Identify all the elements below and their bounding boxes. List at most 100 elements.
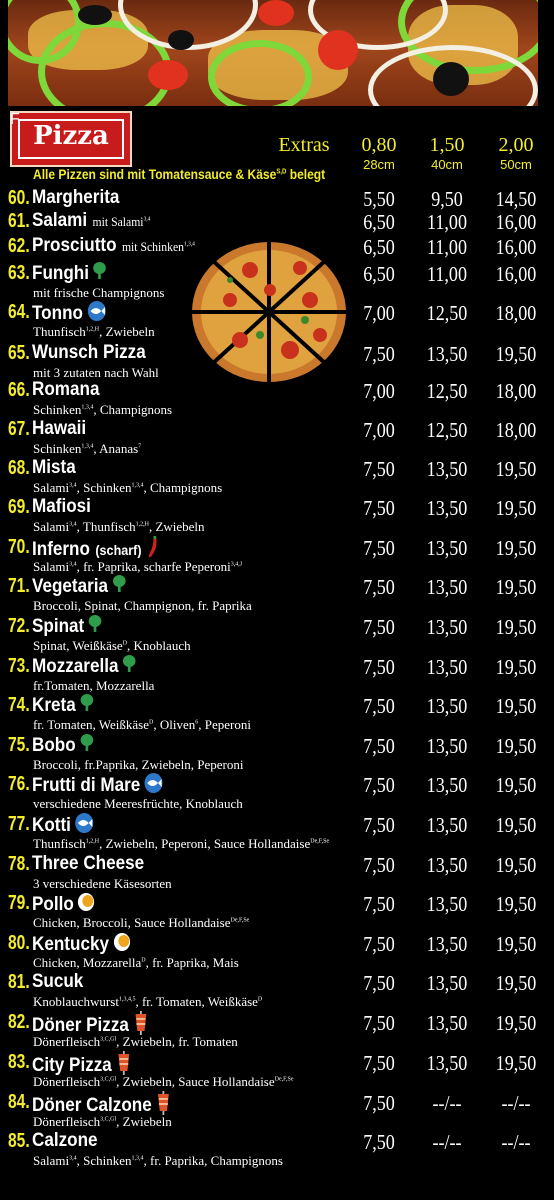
item-description: Knoblauchwurst1,3,4,5, fr. Tomaten, Weiß… — [33, 994, 263, 1009]
price-small: 7,50 — [363, 853, 395, 877]
section-badge: Pizza — [10, 111, 132, 167]
item-number: 83. — [8, 1051, 30, 1073]
price-small: 7,50 — [363, 694, 395, 718]
price-small: 5,50 — [363, 187, 395, 211]
price-small: 7,50 — [363, 971, 395, 995]
item-name: Calzone — [32, 1130, 98, 1151]
price-large: 16,00 — [495, 262, 537, 286]
price-small: 6,50 — [363, 262, 395, 286]
item-number: 61. — [8, 210, 30, 232]
price-small: 7,50 — [363, 1091, 395, 1115]
leaf-icon — [93, 262, 107, 286]
menu-item-inferno: 70. Inferno (scharf) 7,50 13,50 19,50 — [0, 536, 554, 560]
menu-item-city-pizza: 83. City Pizza 7,50 13,50 19,50 — [0, 1051, 554, 1076]
menu-item-spinat: 72. Spinat 7,50 13,50 19,50 — [0, 615, 554, 639]
price-large: 19,50 — [495, 734, 537, 758]
item-number: 72. — [8, 615, 30, 637]
item-number: 62. — [8, 235, 30, 257]
price-large: 19,50 — [495, 892, 537, 916]
base-note: Alle Pizzen sind mit Tomatensauce & Käse… — [33, 166, 326, 182]
price-small: 7,50 — [363, 575, 395, 599]
price-medium: 13,50 — [426, 813, 468, 837]
item-description: Schinken1,3,4, Champignons — [33, 402, 173, 417]
item-name: Funghi — [32, 262, 107, 286]
item-number: 82. — [8, 1011, 30, 1033]
price-medium: 13,50 — [426, 694, 468, 718]
item-description: Schinken1,3,4, Ananas7 — [33, 441, 142, 456]
item-name: Three Cheese — [32, 853, 145, 874]
price-medium: 13,50 — [426, 655, 468, 679]
item-description: Thunfisch1,2,H, Zwiebeln — [33, 324, 155, 339]
item-name: Romana — [32, 379, 100, 400]
price-large: 19,50 — [495, 1011, 537, 1035]
leaf-icon — [88, 615, 102, 639]
price-medium: 13,50 — [426, 575, 468, 599]
price-medium: 9,50 — [431, 187, 463, 211]
section-title: Pizza — [33, 121, 109, 151]
item-number: 85. — [8, 1130, 30, 1152]
price-medium: 13,50 — [426, 342, 468, 366]
price-large: 19,50 — [495, 773, 537, 797]
item-number: 71. — [8, 575, 30, 597]
menu-item-hawaii: 67. Hawaii 7,00 12,50 18,00 — [0, 418, 554, 442]
extras-price-large: 2,00 — [498, 134, 534, 156]
item-number: 65. — [8, 342, 30, 364]
price-small: 6,50 — [363, 235, 395, 259]
item-number: 69. — [8, 496, 30, 518]
price-small: 7,50 — [363, 457, 395, 481]
item-description: Dönerfleisch3,C,Gl, Zwiebeln — [33, 1114, 172, 1129]
price-small: 7,50 — [363, 734, 395, 758]
menu-item-döner-pizza: 82. Döner Pizza 7,50 13,50 19,50 — [0, 1011, 554, 1036]
item-description: Chicken, MozzarellaD, fr. Paprika, Mais — [33, 955, 239, 970]
price-small: 7,50 — [363, 615, 395, 639]
item-name: Salami mit Salami3,4 — [32, 210, 151, 231]
price-large: 19,50 — [495, 655, 537, 679]
price-small: 7,50 — [363, 1051, 395, 1075]
price-large: 19,50 — [495, 971, 537, 995]
item-description: Salami3,4, Thunfisch1,2,H, Zwiebeln — [33, 519, 205, 534]
size-large: 50cm — [500, 157, 532, 172]
item-name: Sucuk — [32, 971, 84, 992]
menu-item-three-cheese: 78. Three Cheese 7,50 13,50 19,50 — [0, 853, 554, 877]
size-small: 28cm — [363, 157, 395, 172]
price-medium: --/-- — [432, 1091, 462, 1115]
item-name: Mista — [32, 457, 76, 478]
price-small: 7,50 — [363, 892, 395, 916]
item-number: 84. — [8, 1091, 30, 1113]
menu-item-döner-calzone: 84. Döner Calzone 7,50 --/-- --/-- — [0, 1091, 554, 1116]
menu-item-mista: 68. Mista 7,50 13,50 19,50 — [0, 457, 554, 481]
item-name: Prosciutto mit Schinken1,3,4 — [32, 235, 195, 256]
price-small: 7,00 — [363, 379, 395, 403]
item-name: Mafiosi — [32, 496, 91, 517]
item-number: 79. — [8, 892, 30, 914]
price-medium: 13,50 — [426, 457, 468, 481]
item-number: 63. — [8, 262, 30, 284]
price-small: 7,50 — [363, 813, 395, 837]
menu-item-kentucky: 80. Kentucky 7,50 13,50 19,50 — [0, 932, 554, 956]
menu-item-kreta: 74. Kreta 7,50 13,50 19,50 — [0, 694, 554, 718]
size-medium: 40cm — [431, 157, 463, 172]
price-medium: 13,50 — [426, 1051, 468, 1075]
item-name: Bobo — [32, 734, 94, 758]
menu-item-salami: 61. Salami mit Salami3,4 6,50 11,00 16,00 — [0, 210, 554, 234]
price-medium: 13,50 — [426, 1011, 468, 1035]
item-number: 68. — [8, 457, 30, 479]
menu-item-pollo: 79. Pollo 7,50 13,50 19,50 — [0, 892, 554, 916]
price-medium: 11,00 — [427, 210, 467, 234]
item-description: Salami3,4, Schinken1,3,4, fr. Paprika, C… — [33, 1153, 283, 1168]
price-small: 7,50 — [363, 773, 395, 797]
price-medium: 11,00 — [427, 262, 467, 286]
menu-item-funghi: 63. Funghi 6,50 11,00 16,00 — [0, 262, 554, 286]
price-large: 19,50 — [495, 694, 537, 718]
item-number: 81. — [8, 971, 30, 993]
price-medium: 13,50 — [426, 932, 468, 956]
item-name: Spinat — [32, 615, 102, 639]
item-description: fr. Tomaten, WeißkäseD, Oliven6, Peperon… — [33, 717, 251, 732]
item-description: fr.Tomaten, Mozzarella — [33, 678, 155, 693]
item-description: verschiedene Meeresfrüchte, Knoblauch — [33, 796, 243, 811]
menu-item-bobo: 75. Bobo 7,50 13,50 19,50 — [0, 734, 554, 758]
price-large: 19,50 — [495, 536, 537, 560]
menu-item-vegetaria: 71. Vegetaria 7,50 13,50 19,50 — [0, 575, 554, 599]
item-number: 78. — [8, 853, 30, 875]
price-large: 18,00 — [495, 418, 537, 442]
